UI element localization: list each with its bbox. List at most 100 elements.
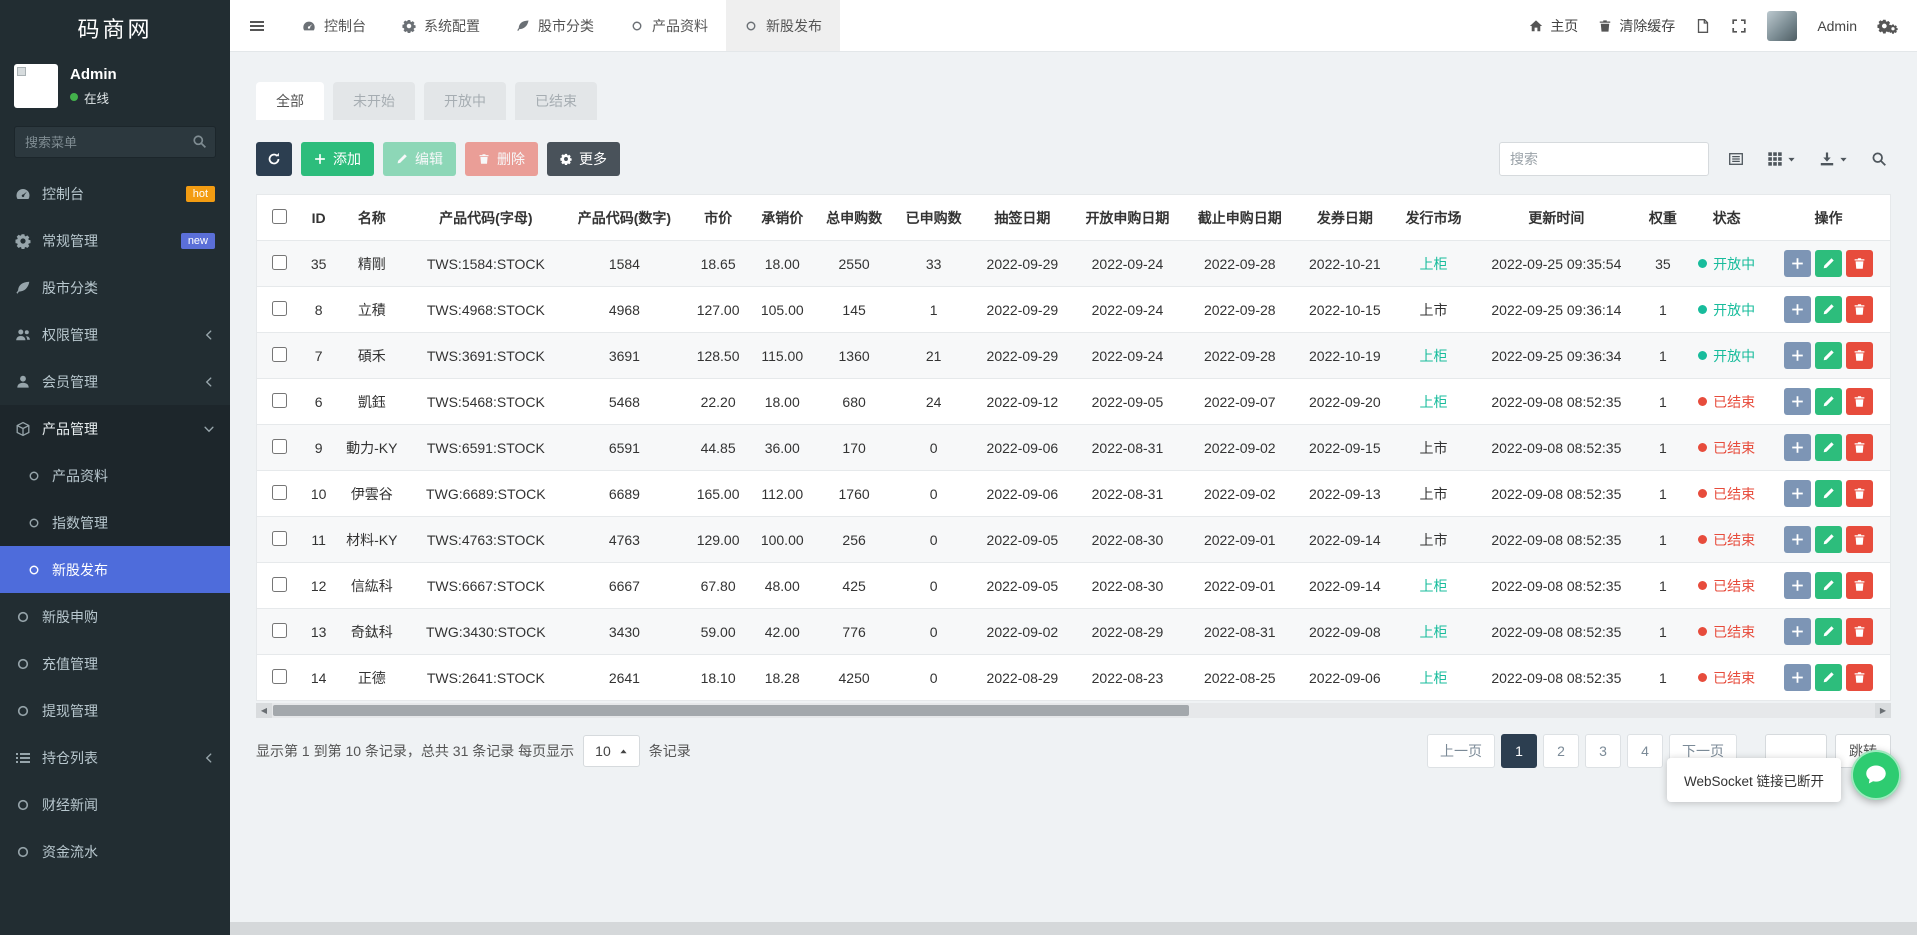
row-checkbox[interactable] <box>272 347 287 362</box>
market-type[interactable]: 上柜 <box>1420 394 1448 410</box>
sidebar-item[interactable]: 财经新闻 <box>0 781 230 828</box>
doc-button[interactable] <box>1695 18 1711 34</box>
refresh-button[interactable] <box>256 142 292 176</box>
sidebar-item[interactable]: 会员管理 <box>0 358 230 405</box>
market-type[interactable]: 上柜 <box>1420 670 1448 686</box>
search-toggle-button[interactable] <box>1867 147 1891 171</box>
sidebar-item[interactable]: 股市分类 <box>0 264 230 311</box>
market-type[interactable]: 上柜 <box>1420 578 1448 594</box>
row-delete-button[interactable] <box>1846 296 1873 323</box>
select-all-checkbox[interactable] <box>272 209 287 224</box>
row-checkbox[interactable] <box>272 439 287 454</box>
row-add-button[interactable] <box>1784 526 1811 553</box>
filter-tab[interactable]: 开放中 <box>424 82 506 120</box>
row-checkbox[interactable] <box>272 531 287 546</box>
filter-tab[interactable]: 全部 <box>256 82 324 120</box>
market-type[interactable]: 上柜 <box>1420 624 1448 640</box>
row-checkbox[interactable] <box>272 623 287 638</box>
page-button[interactable]: 3 <box>1585 734 1621 768</box>
row-add-button[interactable] <box>1784 342 1811 369</box>
page-button[interactable]: 4 <box>1627 734 1663 768</box>
sidebar-item[interactable]: 持仓列表 <box>0 734 230 781</box>
prev-page-button[interactable]: 上一页 <box>1427 734 1495 768</box>
scroll-left-arrow[interactable]: ◀ <box>256 703 272 718</box>
sidebar-subitem[interactable]: 新股发布 <box>0 546 230 593</box>
column-header[interactable]: 开放申购日期 <box>1071 195 1183 241</box>
user-menu[interactable]: Admin <box>1817 18 1857 34</box>
topbar-tab[interactable]: 股市分类 <box>498 0 612 51</box>
edit-button[interactable]: 编辑 <box>383 142 456 176</box>
row-edit-button[interactable] <box>1815 618 1842 645</box>
row-checkbox[interactable] <box>272 485 287 500</box>
row-edit-button[interactable] <box>1815 342 1842 369</box>
sidebar-toggle-button[interactable] <box>230 0 284 51</box>
clear-cache-button[interactable]: 清除缓存 <box>1598 16 1675 36</box>
sidebar-subitem[interactable]: 指数管理 <box>0 499 230 546</box>
row-add-button[interactable] <box>1784 296 1811 323</box>
table-search-input[interactable] <box>1499 142 1709 176</box>
topbar-tab[interactable]: 新股发布 <box>726 0 840 51</box>
row-delete-button[interactable] <box>1846 342 1873 369</box>
row-checkbox[interactable] <box>272 301 287 316</box>
sidebar-item[interactable]: 产品管理 <box>0 405 230 452</box>
column-header[interactable]: ID <box>303 195 335 241</box>
row-edit-button[interactable] <box>1815 434 1842 461</box>
row-delete-button[interactable] <box>1846 434 1873 461</box>
column-header[interactable]: 名称 <box>335 195 409 241</box>
row-add-button[interactable] <box>1784 572 1811 599</box>
column-header[interactable]: 抽签日期 <box>973 195 1071 241</box>
page-size-select[interactable]: 10 <box>583 735 640 767</box>
sidebar-search-input[interactable] <box>14 126 216 158</box>
market-type[interactable]: 上柜 <box>1420 348 1448 364</box>
detail-view-button[interactable] <box>1724 147 1748 171</box>
filter-tab[interactable]: 未开始 <box>333 82 415 120</box>
row-edit-button[interactable] <box>1815 296 1842 323</box>
row-edit-button[interactable] <box>1815 526 1842 553</box>
page-button[interactable]: 2 <box>1543 734 1579 768</box>
column-header[interactable]: 承销价 <box>750 195 814 241</box>
export-button[interactable] <box>1815 147 1852 171</box>
row-edit-button[interactable] <box>1815 388 1842 415</box>
row-delete-button[interactable] <box>1846 250 1873 277</box>
row-add-button[interactable] <box>1784 664 1811 691</box>
row-add-button[interactable] <box>1784 434 1811 461</box>
sidebar-item[interactable]: 新股申购 <box>0 593 230 640</box>
sidebar-item[interactable]: 常规管理new <box>0 217 230 264</box>
column-header[interactable]: 权重 <box>1639 195 1686 241</box>
scrollbar-thumb[interactable] <box>273 705 1189 716</box>
horizontal-scrollbar[interactable]: ◀ ▶ <box>256 703 1891 718</box>
delete-button[interactable]: 删除 <box>465 142 538 176</box>
row-delete-button[interactable] <box>1846 480 1873 507</box>
row-edit-button[interactable] <box>1815 250 1842 277</box>
more-button[interactable]: 更多 <box>547 142 620 176</box>
row-add-button[interactable] <box>1784 480 1811 507</box>
column-header[interactable]: 产品代码(数字) <box>563 195 686 241</box>
column-header[interactable]: 状态 <box>1686 195 1767 241</box>
row-delete-button[interactable] <box>1846 618 1873 645</box>
column-header[interactable]: 总申购数 <box>814 195 894 241</box>
row-delete-button[interactable] <box>1846 388 1873 415</box>
column-header[interactable]: 发券日期 <box>1296 195 1394 241</box>
row-checkbox[interactable] <box>272 393 287 408</box>
row-checkbox[interactable] <box>272 255 287 270</box>
sidebar-subitem[interactable]: 产品资料 <box>0 452 230 499</box>
row-delete-button[interactable] <box>1846 572 1873 599</box>
settings-button[interactable] <box>1877 17 1899 35</box>
column-header[interactable]: 产品代码(字母) <box>409 195 563 241</box>
row-edit-button[interactable] <box>1815 664 1842 691</box>
search-icon[interactable] <box>192 134 207 149</box>
columns-button[interactable] <box>1763 147 1800 171</box>
column-header[interactable]: 更新时间 <box>1473 195 1639 241</box>
topbar-tab[interactable]: 系统配置 <box>384 0 498 51</box>
add-button[interactable]: 添加 <box>301 142 374 176</box>
market-type[interactable]: 上柜 <box>1420 256 1448 272</box>
row-add-button[interactable] <box>1784 618 1811 645</box>
row-delete-button[interactable] <box>1846 664 1873 691</box>
topbar-tab[interactable]: 产品资料 <box>612 0 726 51</box>
page-button[interactable]: 1 <box>1501 734 1537 768</box>
scroll-right-arrow[interactable]: ▶ <box>1875 703 1891 718</box>
row-edit-button[interactable] <box>1815 480 1842 507</box>
user-avatar[interactable] <box>1767 11 1797 41</box>
sidebar-item[interactable]: 控制台hot <box>0 170 230 217</box>
row-edit-button[interactable] <box>1815 572 1842 599</box>
